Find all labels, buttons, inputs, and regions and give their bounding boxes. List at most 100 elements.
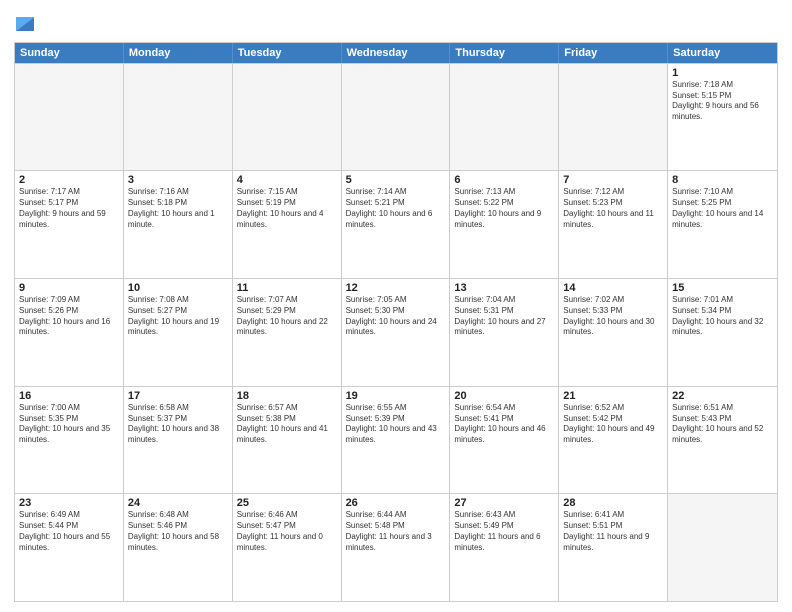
day-number: 13 xyxy=(454,282,554,294)
day-number: 23 xyxy=(19,497,119,509)
cal-cell: 21Sunrise: 6:52 AMSunset: 5:42 PMDayligh… xyxy=(559,387,668,494)
day-number: 19 xyxy=(346,390,446,402)
day-number: 10 xyxy=(128,282,228,294)
cell-info: Sunrise: 7:15 AMSunset: 5:19 PMDaylight:… xyxy=(237,187,337,230)
day-number: 24 xyxy=(128,497,228,509)
cal-cell xyxy=(559,64,668,171)
cal-cell: 18Sunrise: 6:57 AMSunset: 5:38 PMDayligh… xyxy=(233,387,342,494)
cell-info: Sunrise: 6:46 AMSunset: 5:47 PMDaylight:… xyxy=(237,510,337,553)
cell-info: Sunrise: 6:57 AMSunset: 5:38 PMDaylight:… xyxy=(237,403,337,446)
cal-cell xyxy=(233,64,342,171)
header xyxy=(14,10,778,34)
week-row-1: 2Sunrise: 7:17 AMSunset: 5:17 PMDaylight… xyxy=(15,170,777,278)
day-number: 11 xyxy=(237,282,337,294)
cal-cell: 17Sunrise: 6:58 AMSunset: 5:37 PMDayligh… xyxy=(124,387,233,494)
cal-cell: 8Sunrise: 7:10 AMSunset: 5:25 PMDaylight… xyxy=(668,171,777,278)
cal-cell xyxy=(124,64,233,171)
cell-info: Sunrise: 6:41 AMSunset: 5:51 PMDaylight:… xyxy=(563,510,663,553)
day-number: 22 xyxy=(672,390,773,402)
day-number: 8 xyxy=(672,174,773,186)
page: SundayMondayTuesdayWednesdayThursdayFrid… xyxy=(0,0,792,612)
day-number: 21 xyxy=(563,390,663,402)
calendar-header: SundayMondayTuesdayWednesdayThursdayFrid… xyxy=(15,43,777,63)
cal-cell: 13Sunrise: 7:04 AMSunset: 5:31 PMDayligh… xyxy=(450,279,559,386)
cal-cell: 15Sunrise: 7:01 AMSunset: 5:34 PMDayligh… xyxy=(668,279,777,386)
cell-info: Sunrise: 6:48 AMSunset: 5:46 PMDaylight:… xyxy=(128,510,228,553)
day-number: 1 xyxy=(672,67,773,79)
cell-info: Sunrise: 7:13 AMSunset: 5:22 PMDaylight:… xyxy=(454,187,554,230)
cell-info: Sunrise: 7:08 AMSunset: 5:27 PMDaylight:… xyxy=(128,295,228,338)
cell-info: Sunrise: 6:51 AMSunset: 5:43 PMDaylight:… xyxy=(672,403,773,446)
day-number: 16 xyxy=(19,390,119,402)
day-number: 7 xyxy=(563,174,663,186)
day-number: 9 xyxy=(19,282,119,294)
cal-cell xyxy=(450,64,559,171)
cal-cell: 4Sunrise: 7:15 AMSunset: 5:19 PMDaylight… xyxy=(233,171,342,278)
cal-cell: 3Sunrise: 7:16 AMSunset: 5:18 PMDaylight… xyxy=(124,171,233,278)
logo xyxy=(14,14,34,34)
day-number: 12 xyxy=(346,282,446,294)
cal-cell: 1Sunrise: 7:18 AMSunset: 5:15 PMDaylight… xyxy=(668,64,777,171)
day-number: 18 xyxy=(237,390,337,402)
day-number: 17 xyxy=(128,390,228,402)
weekday-header-thursday: Thursday xyxy=(450,43,559,63)
day-number: 14 xyxy=(563,282,663,294)
weekday-header-wednesday: Wednesday xyxy=(342,43,451,63)
day-number: 15 xyxy=(672,282,773,294)
cell-info: Sunrise: 6:55 AMSunset: 5:39 PMDaylight:… xyxy=(346,403,446,446)
cal-cell: 23Sunrise: 6:49 AMSunset: 5:44 PMDayligh… xyxy=(15,494,124,601)
cal-cell: 19Sunrise: 6:55 AMSunset: 5:39 PMDayligh… xyxy=(342,387,451,494)
cal-cell: 14Sunrise: 7:02 AMSunset: 5:33 PMDayligh… xyxy=(559,279,668,386)
week-row-4: 23Sunrise: 6:49 AMSunset: 5:44 PMDayligh… xyxy=(15,493,777,601)
day-number: 28 xyxy=(563,497,663,509)
cell-info: Sunrise: 7:00 AMSunset: 5:35 PMDaylight:… xyxy=(19,403,119,446)
day-number: 5 xyxy=(346,174,446,186)
weekday-header-tuesday: Tuesday xyxy=(233,43,342,63)
cal-cell: 10Sunrise: 7:08 AMSunset: 5:27 PMDayligh… xyxy=(124,279,233,386)
cal-cell: 5Sunrise: 7:14 AMSunset: 5:21 PMDaylight… xyxy=(342,171,451,278)
cal-cell: 26Sunrise: 6:44 AMSunset: 5:48 PMDayligh… xyxy=(342,494,451,601)
cal-cell: 25Sunrise: 6:46 AMSunset: 5:47 PMDayligh… xyxy=(233,494,342,601)
cal-cell: 7Sunrise: 7:12 AMSunset: 5:23 PMDaylight… xyxy=(559,171,668,278)
week-row-3: 16Sunrise: 7:00 AMSunset: 5:35 PMDayligh… xyxy=(15,386,777,494)
cell-info: Sunrise: 6:44 AMSunset: 5:48 PMDaylight:… xyxy=(346,510,446,553)
logo-icon xyxy=(16,9,34,31)
cell-info: Sunrise: 7:17 AMSunset: 5:17 PMDaylight:… xyxy=(19,187,119,230)
cell-info: Sunrise: 7:01 AMSunset: 5:34 PMDaylight:… xyxy=(672,295,773,338)
cell-info: Sunrise: 6:54 AMSunset: 5:41 PMDaylight:… xyxy=(454,403,554,446)
cal-cell: 2Sunrise: 7:17 AMSunset: 5:17 PMDaylight… xyxy=(15,171,124,278)
cal-cell: 28Sunrise: 6:41 AMSunset: 5:51 PMDayligh… xyxy=(559,494,668,601)
cal-cell: 6Sunrise: 7:13 AMSunset: 5:22 PMDaylight… xyxy=(450,171,559,278)
cell-info: Sunrise: 6:58 AMSunset: 5:37 PMDaylight:… xyxy=(128,403,228,446)
cell-info: Sunrise: 7:14 AMSunset: 5:21 PMDaylight:… xyxy=(346,187,446,230)
cell-info: Sunrise: 7:02 AMSunset: 5:33 PMDaylight:… xyxy=(563,295,663,338)
day-number: 20 xyxy=(454,390,554,402)
cell-info: Sunrise: 7:16 AMSunset: 5:18 PMDaylight:… xyxy=(128,187,228,230)
cell-info: Sunrise: 6:43 AMSunset: 5:49 PMDaylight:… xyxy=(454,510,554,553)
weekday-header-friday: Friday xyxy=(559,43,668,63)
cal-cell: 9Sunrise: 7:09 AMSunset: 5:26 PMDaylight… xyxy=(15,279,124,386)
cell-info: Sunrise: 7:07 AMSunset: 5:29 PMDaylight:… xyxy=(237,295,337,338)
cal-cell: 16Sunrise: 7:00 AMSunset: 5:35 PMDayligh… xyxy=(15,387,124,494)
calendar: SundayMondayTuesdayWednesdayThursdayFrid… xyxy=(14,42,778,602)
cal-cell: 27Sunrise: 6:43 AMSunset: 5:49 PMDayligh… xyxy=(450,494,559,601)
cal-cell xyxy=(15,64,124,171)
cal-cell: 11Sunrise: 7:07 AMSunset: 5:29 PMDayligh… xyxy=(233,279,342,386)
day-number: 3 xyxy=(128,174,228,186)
weekday-header-saturday: Saturday xyxy=(668,43,777,63)
weekday-header-sunday: Sunday xyxy=(15,43,124,63)
cell-info: Sunrise: 7:09 AMSunset: 5:26 PMDaylight:… xyxy=(19,295,119,338)
day-number: 27 xyxy=(454,497,554,509)
cal-cell: 22Sunrise: 6:51 AMSunset: 5:43 PMDayligh… xyxy=(668,387,777,494)
cell-info: Sunrise: 7:18 AMSunset: 5:15 PMDaylight:… xyxy=(672,80,773,123)
day-number: 25 xyxy=(237,497,337,509)
weekday-header-monday: Monday xyxy=(124,43,233,63)
cell-info: Sunrise: 6:52 AMSunset: 5:42 PMDaylight:… xyxy=(563,403,663,446)
cell-info: Sunrise: 7:04 AMSunset: 5:31 PMDaylight:… xyxy=(454,295,554,338)
day-number: 26 xyxy=(346,497,446,509)
cal-cell: 24Sunrise: 6:48 AMSunset: 5:46 PMDayligh… xyxy=(124,494,233,601)
day-number: 2 xyxy=(19,174,119,186)
cell-info: Sunrise: 7:12 AMSunset: 5:23 PMDaylight:… xyxy=(563,187,663,230)
cal-cell: 20Sunrise: 6:54 AMSunset: 5:41 PMDayligh… xyxy=(450,387,559,494)
cal-cell xyxy=(342,64,451,171)
